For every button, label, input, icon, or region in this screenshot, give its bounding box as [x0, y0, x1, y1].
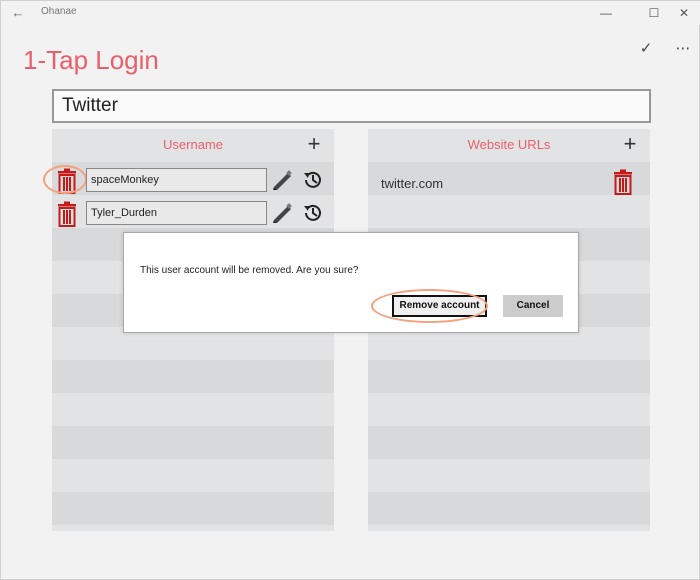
confirm-dialog: This user account will be removed. Are y…: [123, 232, 579, 333]
minimize-button[interactable]: —: [591, 3, 621, 23]
maximize-button[interactable]: ☐: [639, 3, 669, 23]
history-icon[interactable]: [302, 202, 324, 224]
cancel-button[interactable]: Cancel: [503, 295, 563, 317]
checkmark-icon[interactable]: ✓: [631, 37, 661, 61]
url-header: Website URLs: [467, 137, 551, 152]
stripe: [52, 492, 334, 525]
add-url-button[interactable]: +: [619, 133, 641, 157]
username-field[interactable]: [86, 201, 267, 225]
username-field[interactable]: [86, 168, 267, 192]
close-button[interactable]: ✕: [669, 3, 699, 23]
history-icon[interactable]: [302, 169, 324, 191]
more-icon[interactable]: ⋯: [668, 37, 698, 61]
stripe: [52, 360, 334, 393]
trash-icon[interactable]: [56, 201, 78, 227]
dialog-message: This user account will be removed. Are y…: [140, 265, 359, 276]
back-arrow-icon[interactable]: ←: [9, 4, 27, 22]
pencil-icon[interactable]: [271, 202, 293, 224]
stripe: [368, 360, 650, 393]
site-name-input[interactable]: [52, 89, 651, 123]
stripe: [368, 426, 650, 459]
page-title: 1-Tap Login: [23, 45, 159, 75]
stripe: [368, 492, 650, 525]
window-title: Ohanae: [41, 6, 77, 17]
username-header: Username: [163, 137, 223, 152]
stripe: [52, 426, 334, 459]
trash-icon[interactable]: [612, 169, 634, 195]
add-username-button[interactable]: +: [303, 133, 325, 157]
trash-icon[interactable]: [56, 168, 78, 194]
url-item[interactable]: twitter.com: [381, 176, 443, 191]
app-window: ← Ohanae — ☐ ✕ 1-Tap Login ✓ ⋯ Username …: [0, 0, 700, 580]
title-bar: ← Ohanae — ☐ ✕: [1, 1, 700, 25]
pencil-icon[interactable]: [271, 169, 293, 191]
remove-account-button[interactable]: Remove account: [392, 295, 487, 317]
